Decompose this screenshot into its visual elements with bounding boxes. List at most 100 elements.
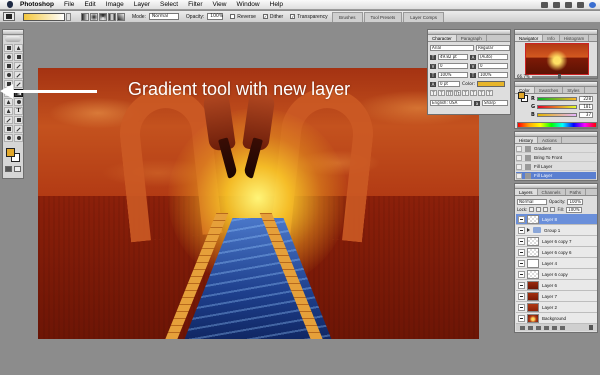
menu-window[interactable]: Window [237,1,260,8]
document-canvas[interactable] [38,68,479,339]
standard-mode-icon[interactable] [5,166,12,172]
tab-histogram[interactable]: Histogram [560,35,590,41]
layer-opacity-input[interactable]: 100% [567,198,584,205]
gradient-editor-swatch[interactable] [23,12,65,21]
visibility-eye-icon[interactable] [518,314,525,322]
layer-row[interactable]: Background [516,313,597,324]
path-selection-tool-icon[interactable] [4,107,13,115]
history-brush-source-icon[interactable] [516,145,522,152]
notes-tool-icon[interactable] [4,125,13,133]
superscript-button[interactable]: T [462,90,469,96]
tab-navigator[interactable]: Navigator [515,35,544,41]
layer-row[interactable]: Layer 7 [516,291,597,302]
menu-image[interactable]: Image [106,1,124,8]
foreground-color-swatch[interactable] [6,148,15,157]
subscript-button[interactable]: T [470,90,477,96]
menu-help[interactable]: Help [270,1,283,8]
magic-wand-tool-icon[interactable] [14,53,23,61]
visibility-eye-icon[interactable] [518,292,525,300]
gradient-picker-arrow-icon[interactable] [66,12,71,21]
well-tab-brushes[interactable]: Brushes [332,12,363,22]
history-brush-source-icon[interactable] [516,163,522,170]
history-item-selected[interactable]: Fill Layer [516,172,596,180]
menu-filter[interactable]: Filter [188,1,202,8]
new-group-icon[interactable] [544,325,549,330]
zoom-slider-handle[interactable] [557,73,561,79]
lock-image-icon[interactable] [536,207,542,212]
green-slider[interactable] [537,104,577,109]
pen-tool-icon[interactable] [4,116,13,124]
blend-mode-select[interactable]: Normal [517,198,547,205]
visibility-eye-icon[interactable] [518,226,525,234]
history-brush-source-icon[interactable] [516,154,522,161]
visibility-eye-icon[interactable] [518,259,525,267]
layer-mask-icon[interactable] [536,325,541,330]
menu-view[interactable]: View [213,1,227,8]
tab-swatches[interactable]: Swatches [535,87,564,93]
green-input[interactable]: 181 [579,103,593,110]
history-brush-tool-icon[interactable] [14,80,23,88]
menu-file[interactable]: File [64,1,74,8]
visibility-eye-icon[interactable] [518,215,525,223]
toolbox-titlebar[interactable] [3,30,23,35]
apple-menu-icon[interactable] [5,0,14,9]
kerning-input[interactable]: 0 [438,63,468,69]
well-tab-layer-comps[interactable]: Layer Comps [403,12,445,22]
zoom-slider[interactable] [531,73,597,79]
layer-row[interactable]: Layer 6 [516,280,597,291]
crop-tool-icon[interactable] [4,62,13,70]
layer-row[interactable]: Layer 4 [516,258,597,269]
tab-info[interactable]: Info [543,35,560,41]
menu-select[interactable]: Select [160,1,178,8]
slice-tool-icon[interactable] [14,62,23,70]
menu-layer[interactable]: Layer [134,1,150,8]
layer-row-selected[interactable]: Layer 8 [516,214,597,225]
layer-style-icon[interactable] [528,325,533,330]
tab-actions[interactable]: Actions [538,137,562,143]
all-caps-button[interactable]: TT [446,90,453,96]
well-tab-tool-presets[interactable]: Tool Presets [363,12,403,22]
clock-icon[interactable] [577,2,584,8]
blur-tool-icon[interactable] [4,98,13,106]
color-panel-foreground[interactable] [518,92,525,99]
baseline-input[interactable]: 0 pt [438,81,460,87]
faux-italic-button[interactable]: T [438,90,445,96]
antialias-select[interactable]: Sharp [482,100,508,106]
eyedropper-tool-icon[interactable] [14,125,23,133]
healing-brush-tool-icon[interactable] [4,71,13,79]
language-select[interactable]: English: USA [430,100,472,106]
blue-slider[interactable] [537,112,577,117]
transparency-checkbox[interactable]: ✓ Transparency [290,14,328,20]
fill-input[interactable]: 100% [566,206,583,213]
text-color-swatch[interactable] [477,81,506,87]
tab-layers[interactable]: Layers [515,189,538,195]
link-layers-icon[interactable] [520,325,525,330]
red-input[interactable]: 228 [579,95,593,102]
zoom-tool-icon[interactable] [14,134,23,142]
history-brush-source-icon[interactable] [516,172,522,179]
blue-input[interactable]: 37 [579,111,593,118]
adjustment-layer-icon[interactable] [552,325,557,330]
tab-paths[interactable]: Paths [566,189,587,195]
tracking-input[interactable]: 0 [478,63,508,69]
diamond-gradient-button[interactable] [117,12,125,21]
mode-select[interactable]: Normal [148,13,179,20]
red-slider[interactable] [537,96,577,101]
lock-transparency-icon[interactable] [529,207,535,212]
battery-icon[interactable] [565,2,572,8]
dodge-tool-icon[interactable] [14,98,23,106]
navigator-thumbnail[interactable] [525,43,589,75]
layer-row[interactable]: Layer 6 copy 7 [516,236,597,247]
angle-gradient-button[interactable] [99,12,107,21]
visibility-eye-icon[interactable] [518,303,525,311]
volume-icon[interactable] [553,2,560,8]
wifi-icon[interactable] [541,2,548,8]
color-spectrum-ramp[interactable] [517,122,597,128]
menu-app-photoshop[interactable]: Photoshop [20,1,54,8]
marquee-tool-icon[interactable] [4,44,13,52]
tab-channels[interactable]: Channels [538,189,566,195]
leading-input[interactable]: (Auto) [478,54,508,60]
tab-history[interactable]: History [515,137,539,143]
rectangle-tool-icon[interactable] [14,116,23,124]
layer-group-row[interactable]: Group 1 [516,225,597,236]
